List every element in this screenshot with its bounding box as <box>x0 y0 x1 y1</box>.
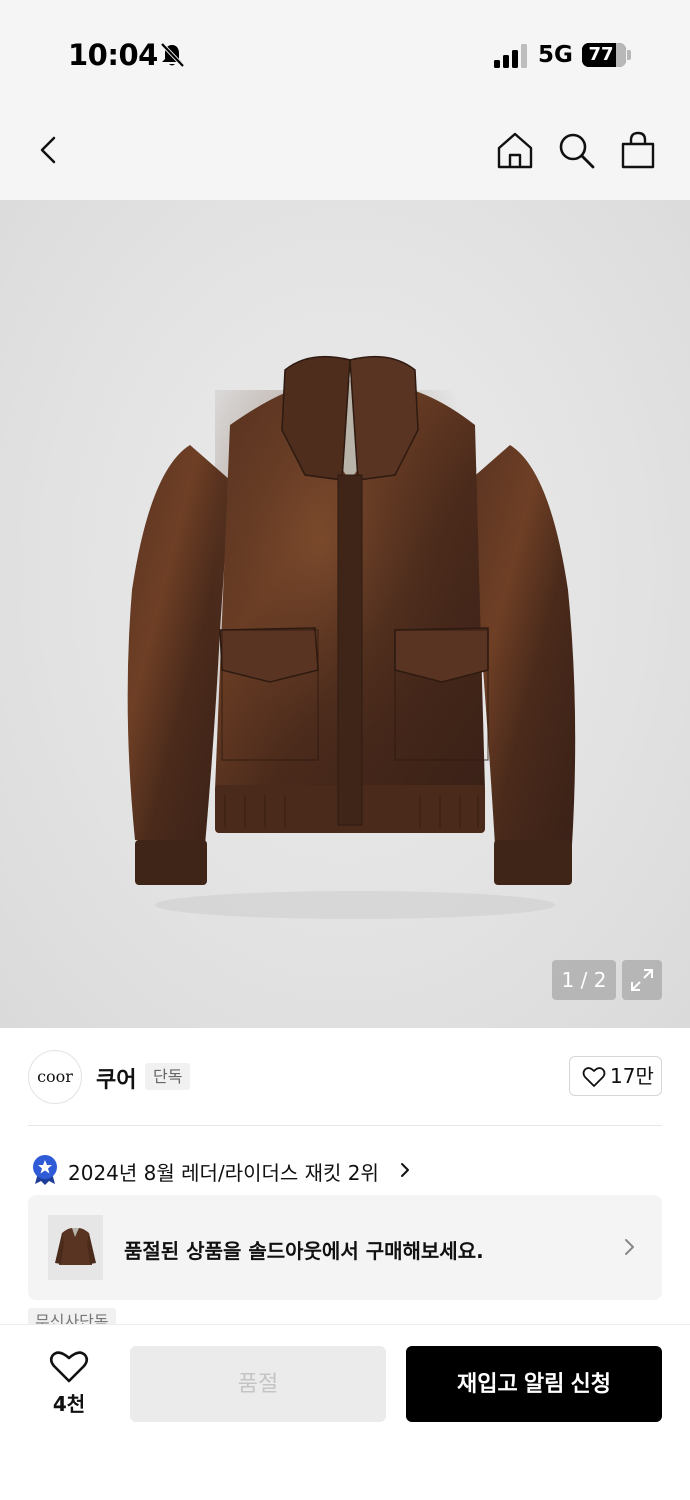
expand-button[interactable] <box>622 960 662 1000</box>
home-icon[interactable] <box>495 130 535 170</box>
brand-like-count: 17만 <box>610 1064 654 1088</box>
brand-like-button[interactable]: 17만 <box>569 1056 662 1096</box>
back-icon[interactable] <box>28 130 68 170</box>
musinsa-exclusive-tag: 무신사단독 <box>28 1308 116 1324</box>
battery-icon: 77 <box>582 43 626 67</box>
wish-count: 4천 <box>52 1392 86 1416</box>
soldout-banner-text: 품절된 상품을 솔드아웃에서 구매해보세요. <box>124 1239 484 1263</box>
heart-icon <box>582 1067 606 1087</box>
battery-level: 77 <box>588 44 614 65</box>
ranking-badge-icon <box>33 1155 57 1185</box>
chevron-right-icon <box>625 1239 634 1255</box>
status-time: 10:04 <box>68 38 158 72</box>
chevron-right-icon[interactable] <box>398 1160 412 1180</box>
battery-tip <box>627 50 631 60</box>
brand-logo[interactable]: coor <box>28 1050 82 1104</box>
brand-name[interactable]: 쿠어 <box>96 1062 136 1094</box>
ranking-text[interactable]: 2024년 8월 레더/라이더스 재킷 2위 <box>68 1157 379 1186</box>
jacket-image <box>127 355 576 919</box>
expand-icon <box>631 969 653 991</box>
bottom-bar: 4천 품절 재입고 알림 신청 <box>0 1324 690 1500</box>
jacket-thumbnail-icon <box>55 1228 96 1265</box>
status-bar: 10:04 5G 77 <box>0 0 690 100</box>
tag-partial: 무신사단독 <box>28 1308 116 1324</box>
image-pager: 1 / 2 <box>552 960 616 1000</box>
network-label: 5G <box>538 42 573 68</box>
heart-icon[interactable] <box>49 1350 89 1384</box>
search-icon[interactable] <box>556 130 596 170</box>
exclusive-badge: 단독 <box>145 1063 191 1090</box>
signal-icon <box>494 44 527 68</box>
soldout-banner[interactable]: 품절된 상품을 솔드아웃에서 구매해보세요. <box>28 1195 662 1300</box>
soldout-button[interactable]: 품절 <box>130 1346 386 1422</box>
bell-off-icon <box>160 42 185 68</box>
divider <box>28 1125 662 1126</box>
soldout-thumbnail <box>48 1215 103 1280</box>
cart-icon[interactable] <box>618 130 658 170</box>
nav-bar <box>0 100 690 200</box>
product-image[interactable]: 1 / 2 <box>0 200 690 1028</box>
restock-alert-button[interactable]: 재입고 알림 신청 <box>406 1346 662 1422</box>
